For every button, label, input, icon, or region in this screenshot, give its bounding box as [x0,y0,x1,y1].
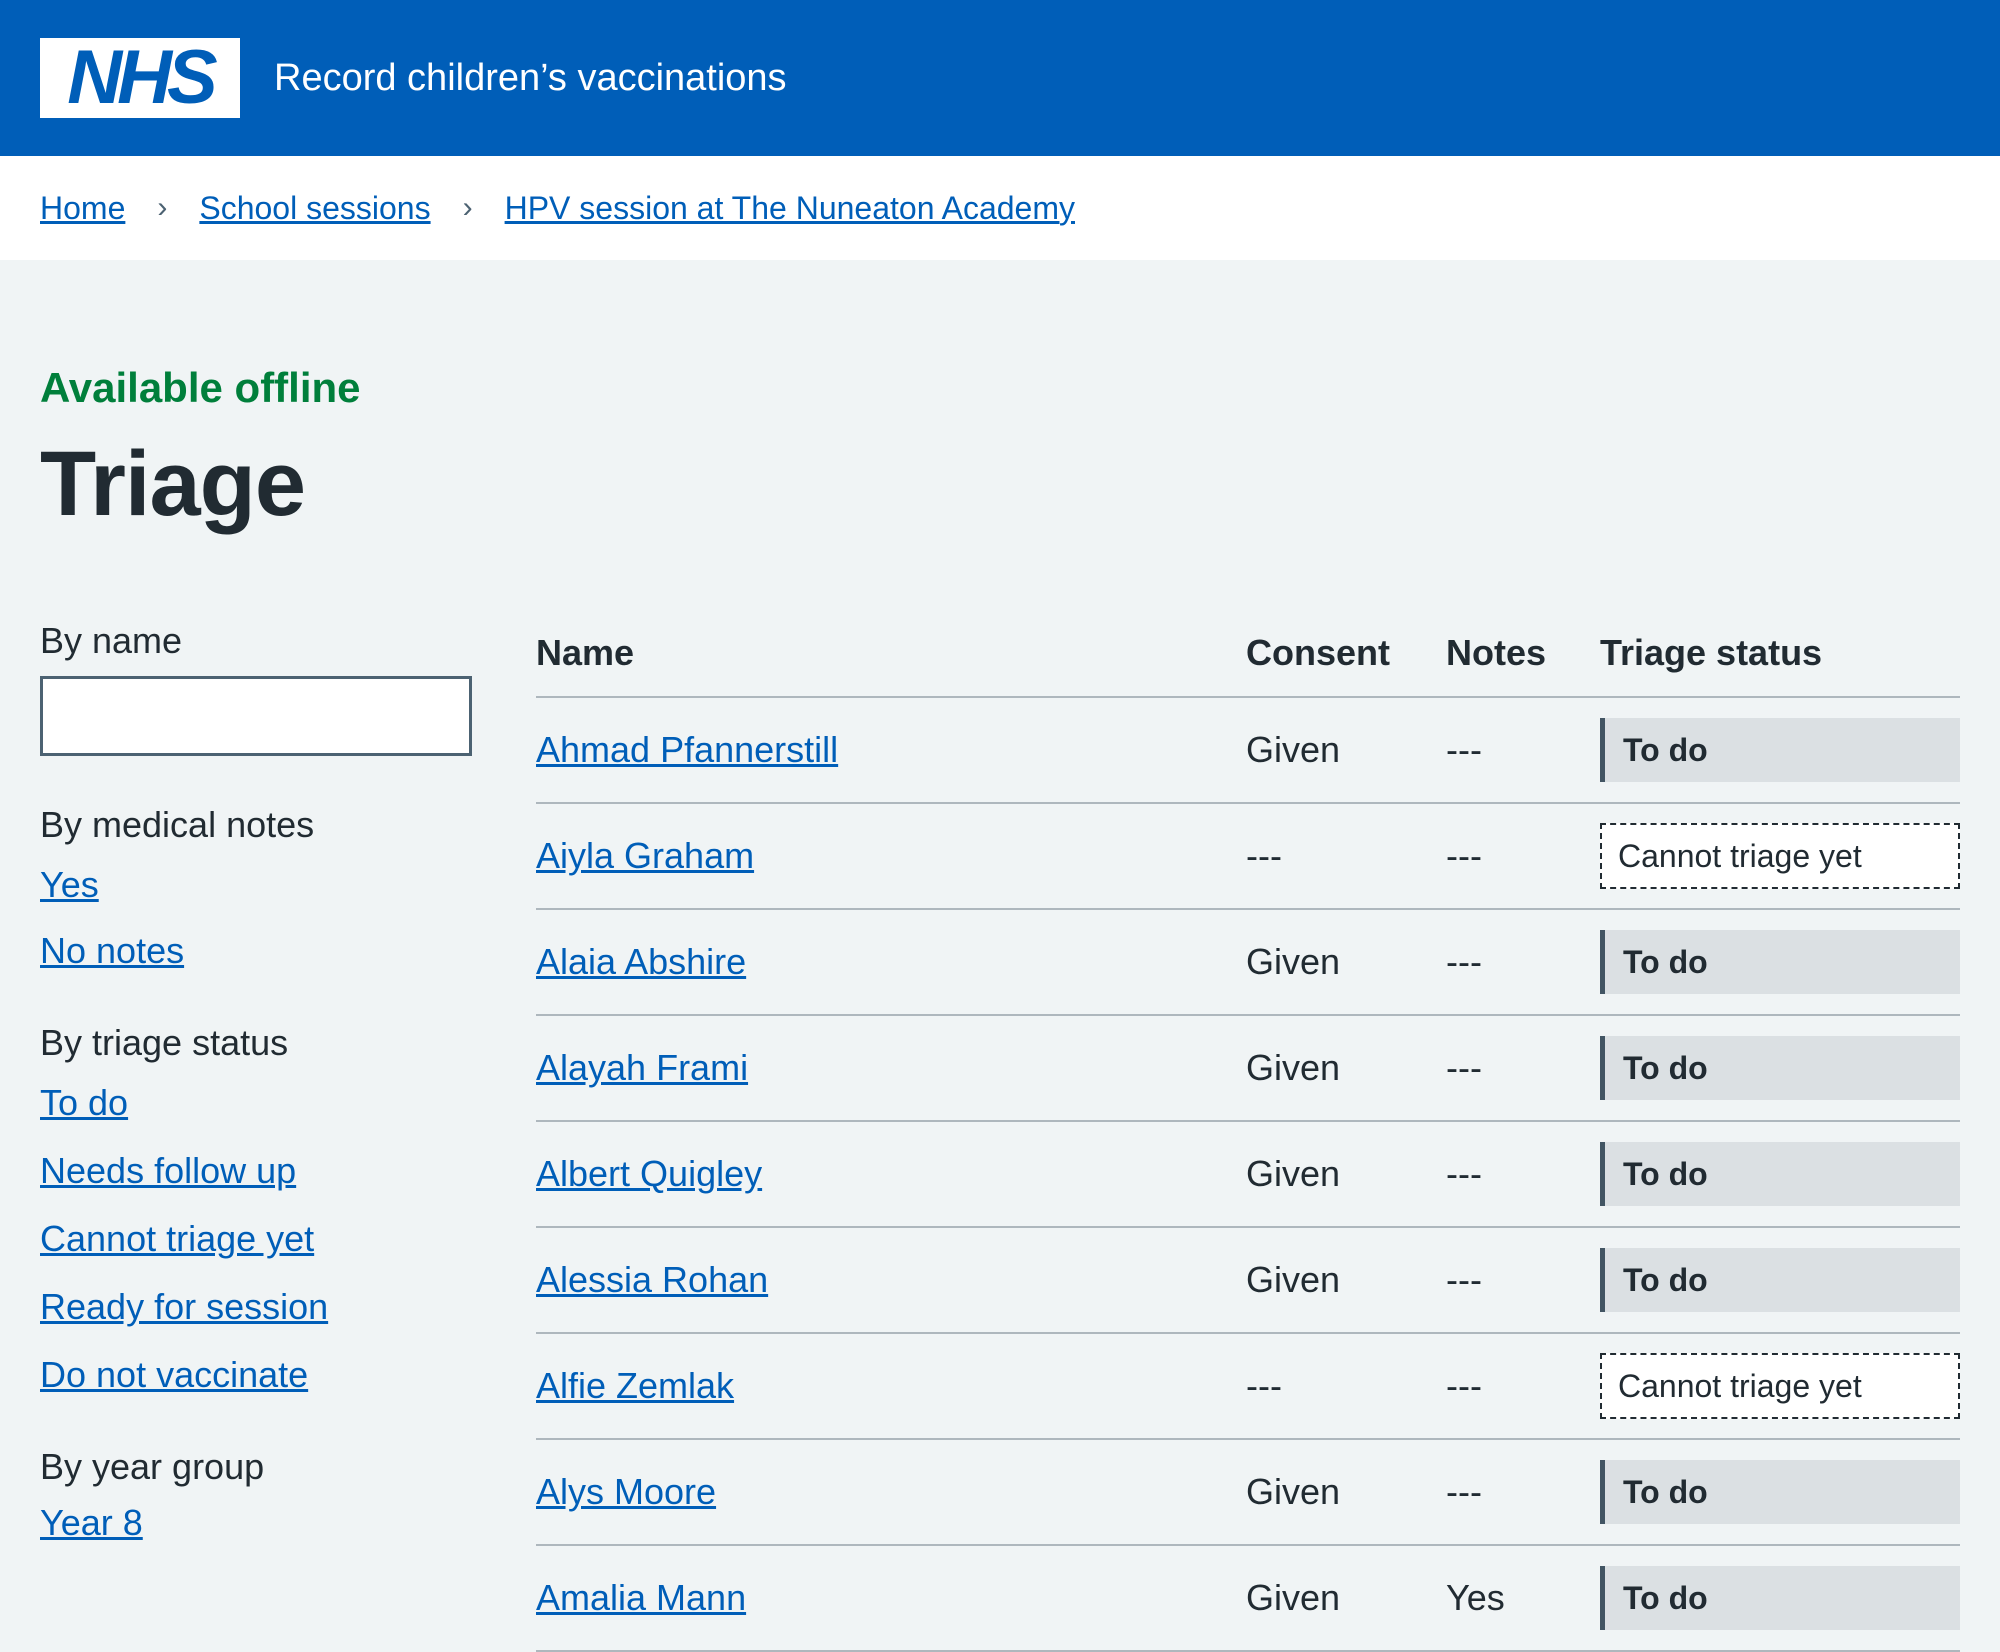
consent-cell: Given [1246,941,1341,982]
filter-year-group-label: By year group [40,1446,265,1487]
notes-cell: --- [1446,941,1482,982]
table-row: Ahmad Pfannerstill Given --- To do [536,698,1960,804]
consent-cell: Given [1246,1259,1341,1300]
notes-cell: Yes [1446,1577,1505,1618]
filter-to-do-link[interactable]: To do [40,1082,480,1124]
consent-cell: --- [1246,835,1282,876]
filter-needs-follow-up-link[interactable]: Needs follow up [40,1150,480,1192]
table-row: Amalia Mann Given Yes To do [536,1546,1960,1652]
patient-name-link[interactable]: Alys Moore [536,1471,716,1512]
status-tag: Cannot triage yet [1600,1353,1960,1419]
column-header-notes[interactable]: Notes [1446,632,1600,674]
filter-medical-notes-label: By medical notes [40,804,315,845]
column-header-consent[interactable]: Consent [1246,632,1446,674]
status-tag: To do [1600,1460,1960,1524]
status-tag: To do [1600,1142,1960,1206]
filter-cannot-triage-link[interactable]: Cannot triage yet [40,1218,480,1260]
consent-cell: --- [1246,1365,1282,1406]
page-caption: Available offline [40,364,361,411]
breadcrumb-home-link[interactable]: Home [40,190,125,227]
triage-table: Name Consent Notes Triage status Ahmad P… [536,610,1960,1652]
filters-sidebar: By name By medical notes Yes No notes By… [40,620,480,1544]
consent-cell: Given [1246,1471,1341,1512]
table-row: Aiyla Graham --- --- Cannot triage yet [536,804,1960,910]
filter-no-notes-link[interactable]: No notes [40,930,480,972]
site-header: NHS Record children’s vaccinations [0,0,2000,156]
notes-cell: --- [1446,1259,1482,1300]
notes-cell: --- [1446,1471,1482,1512]
filter-notes-yes-link[interactable]: Yes [40,864,480,906]
table-row: Alayah Frami Given --- To do [536,1016,1960,1122]
notes-cell: --- [1446,729,1482,770]
patient-name-link[interactable]: Alfie Zemlak [536,1365,734,1406]
patient-name-link[interactable]: Ahmad Pfannerstill [536,729,838,770]
table-row: Alessia Rohan Given --- To do [536,1228,1960,1334]
nhs-logo[interactable]: NHS [40,38,240,118]
notes-cell: --- [1446,1047,1482,1088]
notes-cell: --- [1446,1365,1482,1406]
patient-name-link[interactable]: Amalia Mann [536,1577,746,1618]
table-row: Albert Quigley Given --- To do [536,1122,1960,1228]
breadcrumb-session-link[interactable]: HPV session at The Nuneaton Academy [505,190,1075,227]
column-header-triage-status[interactable]: Triage status [1600,632,1960,674]
breadcrumb-school-sessions-link[interactable]: School sessions [199,190,430,227]
filter-ready-for-session-link[interactable]: Ready for session [40,1286,480,1328]
status-tag: To do [1600,1566,1960,1630]
status-tag: To do [1600,1036,1960,1100]
consent-cell: Given [1246,1153,1341,1194]
status-tag: To do [1600,1248,1960,1312]
consent-cell: Given [1246,729,1341,770]
filter-year-8-link[interactable]: Year 8 [40,1502,480,1544]
patient-name-link[interactable]: Aiyla Graham [536,835,754,876]
patient-name-link[interactable]: Albert Quigley [536,1153,762,1194]
patient-name-link[interactable]: Alessia Rohan [536,1259,768,1300]
column-header-name[interactable]: Name [536,632,1246,674]
name-search-input[interactable] [40,676,472,756]
table-header-row: Name Consent Notes Triage status [536,610,1960,698]
notes-cell: --- [1446,1153,1482,1194]
table-row: Alfie Zemlak --- --- Cannot triage yet [536,1334,1960,1440]
filter-name-label: By name [40,620,183,661]
chevron-right-icon: › [462,191,473,224]
filter-triage-status-label: By triage status [40,1022,289,1063]
status-tag: To do [1600,718,1960,782]
table-row: Alaia Abshire Given --- To do [536,910,1960,1016]
consent-cell: Given [1246,1577,1341,1618]
table-row: Alys Moore Given --- To do [536,1440,1960,1546]
status-tag: To do [1600,930,1960,994]
notes-cell: --- [1446,835,1482,876]
page-title: Triage [40,433,306,535]
consent-cell: Given [1246,1047,1341,1088]
breadcrumb: Home › School sessions › HPV session at … [0,156,2000,260]
patient-name-link[interactable]: Alaia Abshire [536,941,746,982]
status-tag: Cannot triage yet [1600,823,1960,889]
service-name[interactable]: Record children’s vaccinations [274,57,787,100]
filter-do-not-vaccinate-link[interactable]: Do not vaccinate [40,1354,480,1396]
chevron-right-icon: › [157,191,168,224]
patient-name-link[interactable]: Alayah Frami [536,1047,748,1088]
